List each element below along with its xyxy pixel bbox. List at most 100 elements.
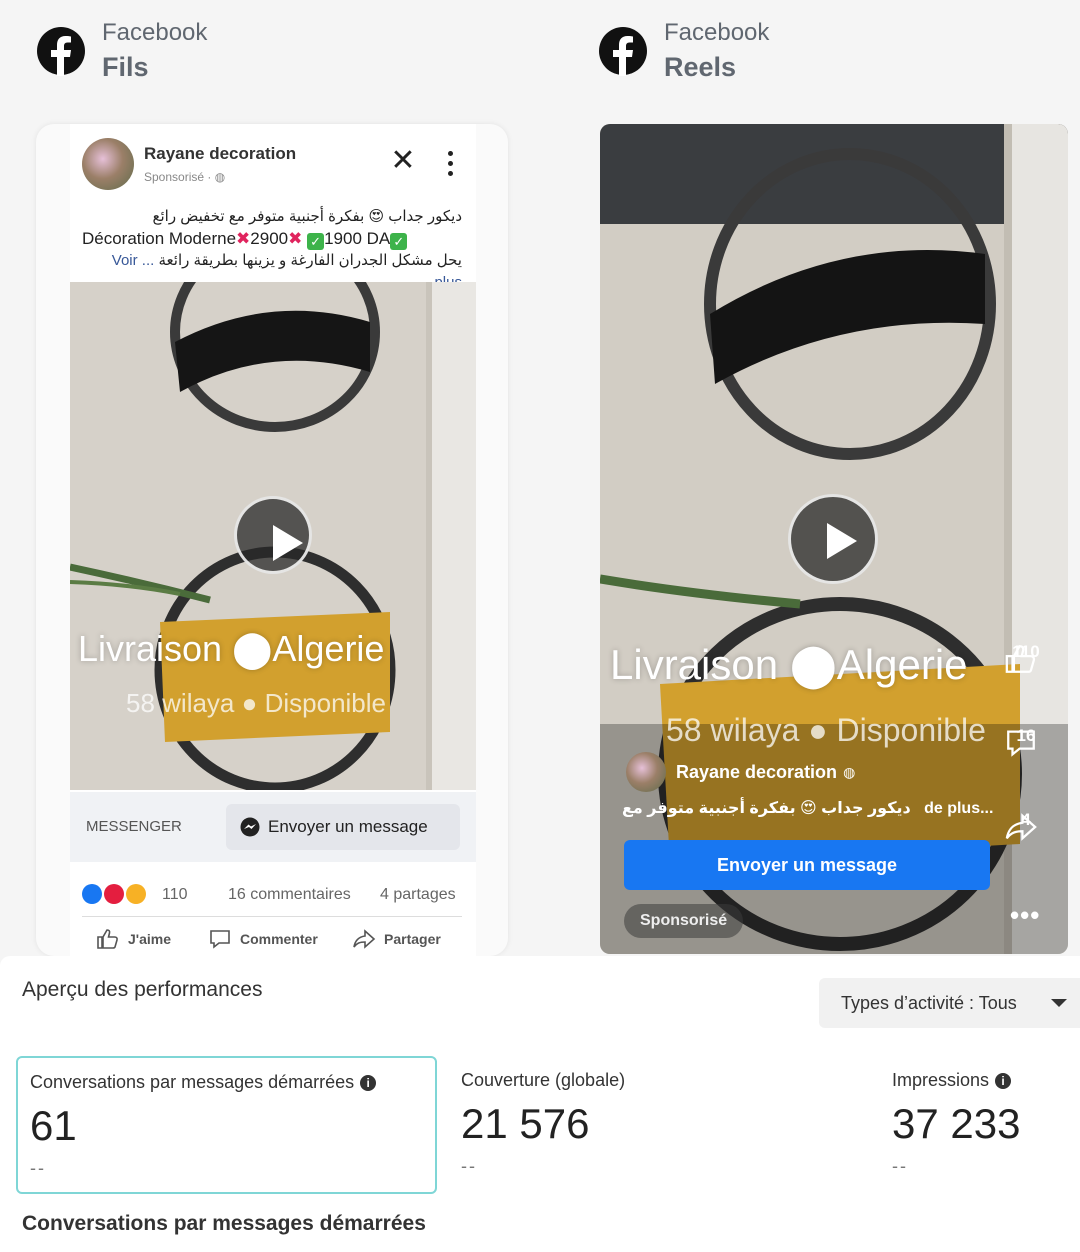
metric-label-text: Couverture (globale): [461, 1070, 626, 1090]
overlay-text-line-2: 58 wilaya ● Disponible: [126, 688, 386, 719]
messenger-icon: [240, 817, 260, 837]
caption-line-2: Décoration Moderne✖2900✖ ✓ 1900 DA ✓: [82, 228, 462, 250]
facebook-logo-icon: [599, 27, 647, 76]
feed-placement-header: Facebook Fils: [36, 18, 207, 84]
metric-label-text: Impressions: [892, 1070, 990, 1090]
avatar[interactable]: [82, 138, 134, 190]
check-mark-icon: ✓: [390, 233, 408, 250]
info-icon[interactable]: i: [995, 1072, 1012, 1089]
reel-page-name[interactable]: Rayane decoration: [676, 762, 837, 783]
overlay-text-line-2: 58 wilaya ● Disponible: [666, 712, 986, 749]
chevron-down-icon: [1051, 999, 1067, 1007]
platform-label: Facebook: [664, 19, 770, 46]
metric-comparison: --: [461, 1156, 477, 1176]
metric-card-reach[interactable]: Couverture (globale) 21 576 --: [449, 1056, 829, 1194]
more-options-icon[interactable]: •••: [1010, 900, 1040, 931]
reels-placement-header: Facebook Reels: [598, 18, 769, 84]
cross-mark-icon: ✖: [288, 229, 303, 248]
globe-icon: ◍: [843, 763, 856, 780]
metric-comparison: --: [30, 1158, 46, 1178]
video-thumbnail[interactable]: Livraison ⬤Algerie 58 wilaya ● Disponibl…: [70, 282, 476, 790]
share-icon: [353, 929, 376, 949]
reel-share-button[interactable]: 4: [1004, 810, 1048, 841]
reel-video[interactable]: Livraison ⬤Algerie 58 wilaya ● Disponibl…: [600, 124, 1068, 954]
feed-preview: Rayane decoration Sponsorisé · ◍ ✕ ديكور…: [36, 124, 508, 956]
caption-product: Décoration Moderne: [82, 229, 237, 248]
comment-icon: [1007, 730, 1035, 757]
metric-card-conversations[interactable]: Conversations par messages démarrées i 61…: [16, 1056, 437, 1194]
divider: [82, 916, 462, 917]
close-icon[interactable]: ✕: [388, 146, 418, 176]
overlay-algerie: Algerie: [272, 628, 385, 669]
page-name[interactable]: Rayane decoration: [144, 144, 296, 164]
reaction-count[interactable]: 110: [162, 886, 188, 904]
like-button[interactable]: J'aime: [96, 928, 171, 950]
shares-count[interactable]: 4 partages: [380, 886, 456, 904]
overlay-text-line-1: Livraison ⬤Algerie: [78, 628, 384, 670]
reactions-row[interactable]: 110 16 commentaires 4 partages: [82, 880, 468, 910]
share-label: Partager: [384, 931, 441, 947]
chart-section-title: Conversations par messages démarrées: [22, 1212, 426, 1235]
location-pin-icon: ⬤: [232, 628, 273, 669]
reel-send-message-button[interactable]: Envoyer un message: [624, 840, 990, 890]
facebook-logo-icon: [37, 27, 85, 76]
reel-page-info[interactable]: Rayane decoration ◍: [626, 752, 855, 792]
overlay-text-line-1: Livraison ⬤Algerie: [610, 640, 968, 689]
send-message-button[interactable]: Envoyer un message: [226, 804, 460, 850]
thumbs-up-icon: [97, 929, 118, 949]
comment-button[interactable]: Commenter: [208, 928, 318, 950]
info-icon[interactable]: i: [360, 1074, 377, 1091]
share-button[interactable]: Partager: [352, 928, 441, 950]
love-reaction-icon: [104, 884, 124, 904]
share-icon: [1005, 813, 1037, 841]
metric-label: Conversations par messages démarrées i: [30, 1072, 377, 1093]
metric-label: Impressions i: [892, 1070, 1012, 1091]
activity-type-dropdown[interactable]: Types d’activité : Tous: [819, 978, 1080, 1028]
play-icon[interactable]: [788, 494, 878, 584]
play-icon[interactable]: [234, 496, 312, 574]
like-reaction-icon: [82, 884, 102, 904]
comments-count[interactable]: 16 commentaires: [228, 886, 351, 904]
activity-filter-label: Types d’activité : Tous: [841, 993, 1017, 1013]
more-options-icon[interactable]: [438, 148, 462, 184]
reel-comment-button[interactable]: 16: [1004, 726, 1048, 757]
reel-see-more[interactable]: de plus...: [924, 800, 993, 817]
globe-icon: ◍: [214, 170, 226, 184]
like-label: J'aime: [128, 931, 172, 947]
metric-comparison: --: [892, 1156, 908, 1176]
feed-post: Rayane decoration Sponsorisé · ◍ ✕ ديكور…: [70, 124, 476, 956]
platform-label: Facebook: [102, 19, 208, 46]
cta-label: Envoyer un message: [268, 817, 428, 836]
reel-caption[interactable]: ديكور جداب 😍 بفكرة أجنبية متوفر مع de pl…: [622, 798, 993, 818]
sponsored-label: Sponsorisé · ◍: [144, 170, 225, 184]
location-pin-icon: ●: [808, 712, 828, 748]
haha-reaction-icon: [126, 884, 146, 904]
comment-label: Commenter: [240, 931, 318, 947]
reels-preview: Livraison ⬤Algerie 58 wilaya ● Disponibl…: [600, 124, 1068, 954]
location-pin-icon: ⬤: [789, 641, 837, 688]
location-pin-icon: ●: [241, 688, 258, 718]
metric-label: Couverture (globale): [461, 1070, 625, 1091]
placement-label: Reels: [664, 52, 737, 82]
thumbs-up-icon: [1005, 645, 1036, 673]
placement-label: Fils: [102, 52, 149, 82]
performance-panel: Aperçu des performances Types d’activité…: [0, 956, 1080, 1252]
overlay-disponible: Disponible: [836, 712, 986, 748]
check-mark-icon: ✓: [307, 233, 325, 250]
cross-mark-icon: ✖: [236, 229, 251, 248]
reel-caption-text: ديكور جداب 😍 بفكرة أجنبية متوفر مع: [622, 800, 911, 817]
performance-title: Aperçu des performances: [22, 978, 263, 1001]
old-price: 2900: [250, 229, 289, 248]
reel-like-button[interactable]: 110: [1004, 642, 1048, 673]
overlay-wilaya: 58 wilaya: [666, 712, 800, 748]
overlay-disponible: Disponible: [264, 688, 386, 718]
overlay-livraison: Livraison: [78, 628, 223, 669]
metric-value: 61: [30, 1102, 77, 1149]
caption-line-3-text: يحل مشكل الجدران الفارغة و يزينها بطريقة…: [158, 252, 462, 269]
metric-card-impressions[interactable]: Impressions i 37 233 --: [880, 1056, 1070, 1194]
post-caption: ديكور جداب 😍 بفكرة أجنبية متوفر مع تخفيض…: [82, 206, 462, 294]
overlay-algerie: Algerie: [836, 641, 968, 688]
post-actions: J'aime Commenter Partager: [70, 924, 476, 954]
overlay-wilaya: 58 wilaya: [126, 688, 235, 718]
avatar[interactable]: [626, 752, 666, 792]
